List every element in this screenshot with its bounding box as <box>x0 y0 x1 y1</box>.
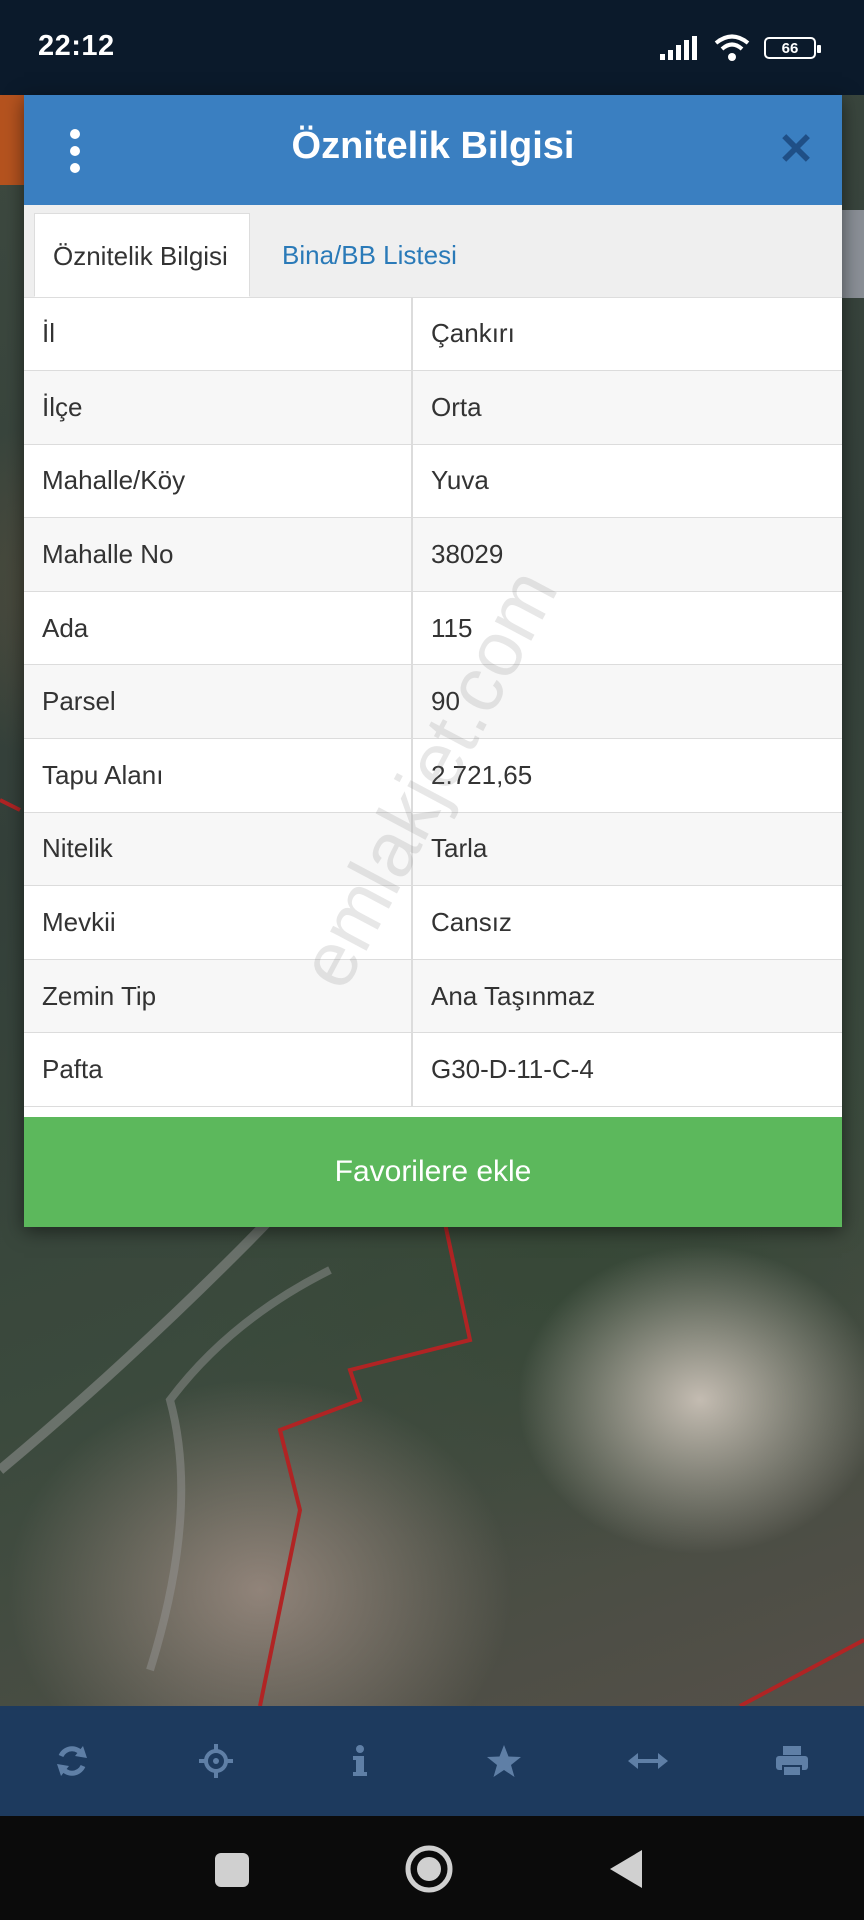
battery-icon: 66 <box>764 37 821 59</box>
row-key: İl <box>24 297 413 372</box>
dialog-title: Öznitelik Bilgisi <box>291 125 575 167</box>
table-row: Ada 115 <box>24 591 842 666</box>
table-row: Zemin Tip Ana Taşınmaz <box>24 959 842 1034</box>
status-icons: 66 <box>660 34 821 62</box>
row-key: Ada <box>24 591 413 666</box>
row-value: 38029 <box>412 517 842 592</box>
row-value: Tarla <box>412 812 842 887</box>
table-row: Mahalle/Köy Yuva <box>24 444 842 519</box>
map-toolbar <box>0 1706 864 1816</box>
table-row: İl Çankırı <box>24 297 842 372</box>
row-value: Yuva <box>412 444 842 519</box>
row-key: İlçe <box>24 370 413 445</box>
print-icon[interactable] <box>757 1726 827 1796</box>
row-key: Parsel <box>24 664 413 740</box>
wifi-icon <box>714 34 750 61</box>
table-row: Parsel 90 <box>24 664 842 740</box>
add-favorite-button[interactable]: Favorilere ekle <box>24 1117 842 1227</box>
row-value: Orta <box>412 370 842 445</box>
measure-icon[interactable] <box>613 1726 683 1796</box>
row-value: 90 <box>412 664 842 740</box>
status-bar: 22:12 66 <box>0 0 864 95</box>
close-icon[interactable]: ✕ <box>776 128 816 172</box>
row-key: Pafta <box>24 1032 413 1108</box>
tab-bar: Öznitelik Bilgisi Bina/BB Listesi <box>24 205 842 298</box>
battery-level: 66 <box>781 39 799 57</box>
tab-attribute-info[interactable]: Öznitelik Bilgisi <box>34 213 250 297</box>
back-icon[interactable] <box>608 1848 644 1895</box>
status-time: 22:12 <box>38 30 115 62</box>
table-row: Tapu Alanı 2.721,65 <box>24 738 842 813</box>
row-value: 115 <box>412 591 842 666</box>
signal-icon <box>660 36 697 60</box>
home-icon[interactable] <box>404 1844 454 1899</box>
row-key: Nitelik <box>24 812 413 887</box>
map-side-handle[interactable] <box>840 210 864 298</box>
row-key: Mahalle No <box>24 517 413 592</box>
row-value: Çankırı <box>412 297 842 372</box>
attribute-table: İl Çankırı İlçe Orta Mahalle/Köy Yuva Mahal… <box>24 297 842 1108</box>
row-value: Ana Taşınmaz <box>412 959 842 1034</box>
recents-icon[interactable] <box>214 1852 250 1893</box>
table-row: Pafta G30-D-11-C-4 <box>24 1032 842 1108</box>
attribute-dialog: Öznitelik Bilgisi ✕ Öznitelik Bilgisi Bi… <box>24 95 842 1227</box>
row-key: Zemin Tip <box>24 959 413 1034</box>
table-row: Mevkii Cansız <box>24 885 842 960</box>
row-key: Mevkii <box>24 885 413 960</box>
row-value: Cansız <box>412 885 842 960</box>
row-key: Tapu Alanı <box>24 738 413 813</box>
refresh-icon[interactable] <box>37 1726 107 1796</box>
row-value: G30-D-11-C-4 <box>412 1032 842 1108</box>
star-icon[interactable] <box>469 1726 539 1796</box>
table-row: Nitelik Tarla <box>24 812 842 887</box>
row-key: Mahalle/Köy <box>24 444 413 519</box>
dialog-header: Öznitelik Bilgisi ✕ <box>24 95 842 205</box>
locate-icon[interactable] <box>181 1726 251 1796</box>
row-value: 2.721,65 <box>412 738 842 813</box>
tab-building-list[interactable]: Bina/BB Listesi <box>264 213 475 297</box>
system-nav-bar <box>0 1816 864 1920</box>
table-row: Mahalle No 38029 <box>24 517 842 592</box>
table-row: İlçe Orta <box>24 370 842 445</box>
info-icon[interactable] <box>325 1726 395 1796</box>
